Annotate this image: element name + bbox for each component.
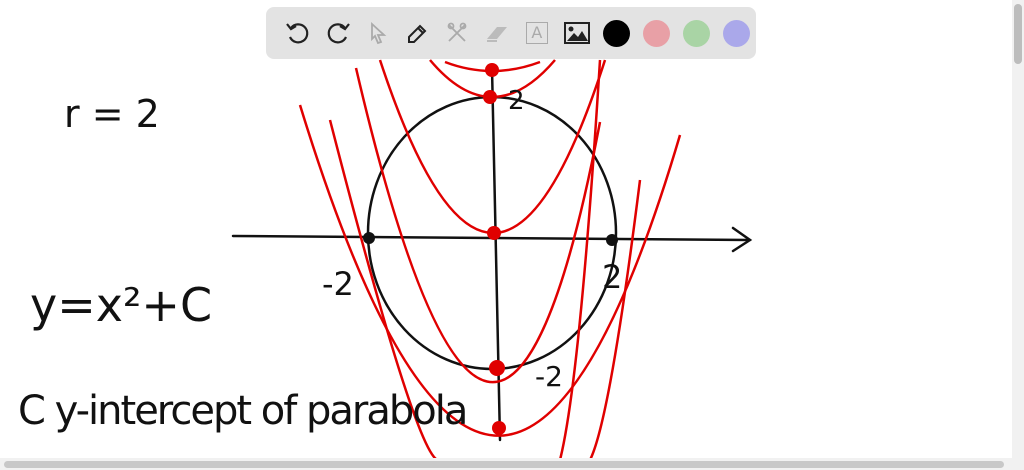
select-icon bbox=[370, 21, 386, 45]
color-red[interactable] bbox=[636, 13, 676, 53]
image-button[interactable] bbox=[557, 13, 597, 53]
redo-icon bbox=[327, 23, 350, 44]
horizontal-scroll-thumb[interactable] bbox=[4, 461, 1004, 468]
label-left: -2 bbox=[322, 265, 354, 303]
equation-note: y=x²+C bbox=[30, 278, 213, 332]
y-axis bbox=[490, 66, 502, 442]
pen-icon bbox=[408, 24, 427, 43]
text-icon: A bbox=[525, 22, 548, 44]
text-button[interactable]: A bbox=[517, 13, 557, 53]
vertical-scroll-thumb[interactable] bbox=[1014, 4, 1022, 64]
parabola-extra-right bbox=[559, 59, 602, 458]
color-black[interactable] bbox=[597, 13, 637, 53]
axes bbox=[231, 66, 753, 442]
undo-icon bbox=[286, 23, 309, 44]
parabola-c-neg2 bbox=[354, 67, 602, 384]
label-right: 2 bbox=[602, 258, 623, 296]
label-bottom: -2 bbox=[535, 360, 563, 393]
select-button[interactable] bbox=[358, 13, 398, 53]
color-green[interactable] bbox=[676, 13, 716, 53]
eraser-icon bbox=[487, 27, 508, 42]
pen-button[interactable] bbox=[397, 13, 437, 53]
caption-note: C y-intercept of parabola bbox=[18, 388, 468, 434]
tools-button[interactable] bbox=[437, 13, 477, 53]
parabola-c-neg3 bbox=[298, 104, 682, 437]
horizontal-scrollbar[interactable] bbox=[0, 458, 1024, 470]
image-icon bbox=[563, 22, 590, 44]
drawing-toolbar: A bbox=[266, 7, 756, 59]
label-top: 2 bbox=[508, 86, 525, 116]
undo-button[interactable] bbox=[278, 13, 318, 53]
radius-note: r = 2 bbox=[64, 92, 160, 136]
eraser-button[interactable] bbox=[477, 13, 517, 53]
vertical-scrollbar[interactable] bbox=[1012, 0, 1024, 458]
color-blue[interactable] bbox=[716, 13, 756, 53]
redo-button[interactable] bbox=[318, 13, 358, 53]
tools-icon bbox=[447, 22, 467, 42]
